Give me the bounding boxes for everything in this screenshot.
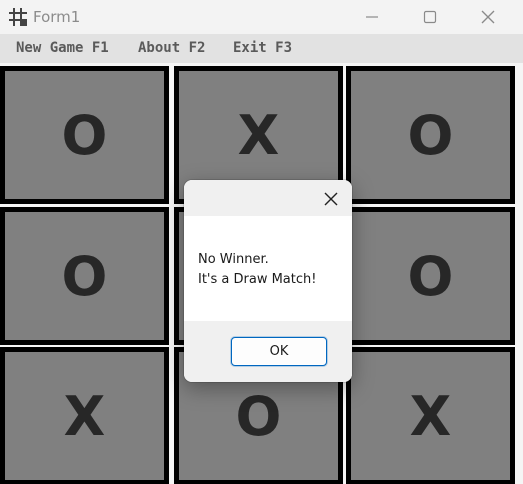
menu-about[interactable]: About F2 <box>138 40 205 56</box>
minimize-button[interactable] <box>343 0 401 34</box>
menu-new-game[interactable]: New Game F1 <box>16 40 109 56</box>
board-cell-4[interactable]: O <box>0 207 169 345</box>
message-dialog: No Winner. It's a Draw Match! OK <box>184 180 352 382</box>
board-cell-6[interactable]: O <box>346 207 515 345</box>
dialog-header[interactable] <box>184 180 352 216</box>
maximize-button[interactable] <box>401 0 459 34</box>
maximize-icon <box>423 10 437 24</box>
dialog-close-button[interactable] <box>320 188 342 210</box>
ok-button[interactable]: OK <box>231 337 327 366</box>
dialog-footer: OK <box>184 321 352 382</box>
menu-exit[interactable]: Exit F3 <box>233 40 292 56</box>
window-title: Form1 <box>33 8 81 26</box>
board-cell-9[interactable]: X <box>346 347 515 484</box>
menu-bar: New Game F1 About F2 Exit F3 <box>0 34 523 63</box>
minimize-icon <box>366 16 378 18</box>
app-window: Form1 New Game F1 About F2 Exit F3 O X O… <box>0 0 523 484</box>
dialog-message-line-1: No Winner. <box>198 252 269 267</box>
board-cell-3[interactable]: O <box>346 66 515 204</box>
close-icon <box>324 192 338 206</box>
grid-app-icon <box>9 8 27 26</box>
dialog-body: No Winner. It's a Draw Match! <box>184 216 352 321</box>
close-button[interactable] <box>459 0 517 34</box>
board-cell-1[interactable]: O <box>0 66 169 204</box>
board-cell-7[interactable]: X <box>0 347 169 484</box>
title-bar[interactable]: Form1 <box>0 0 523 34</box>
close-icon <box>481 10 495 24</box>
dialog-message-line-2: It's a Draw Match! <box>198 272 317 287</box>
